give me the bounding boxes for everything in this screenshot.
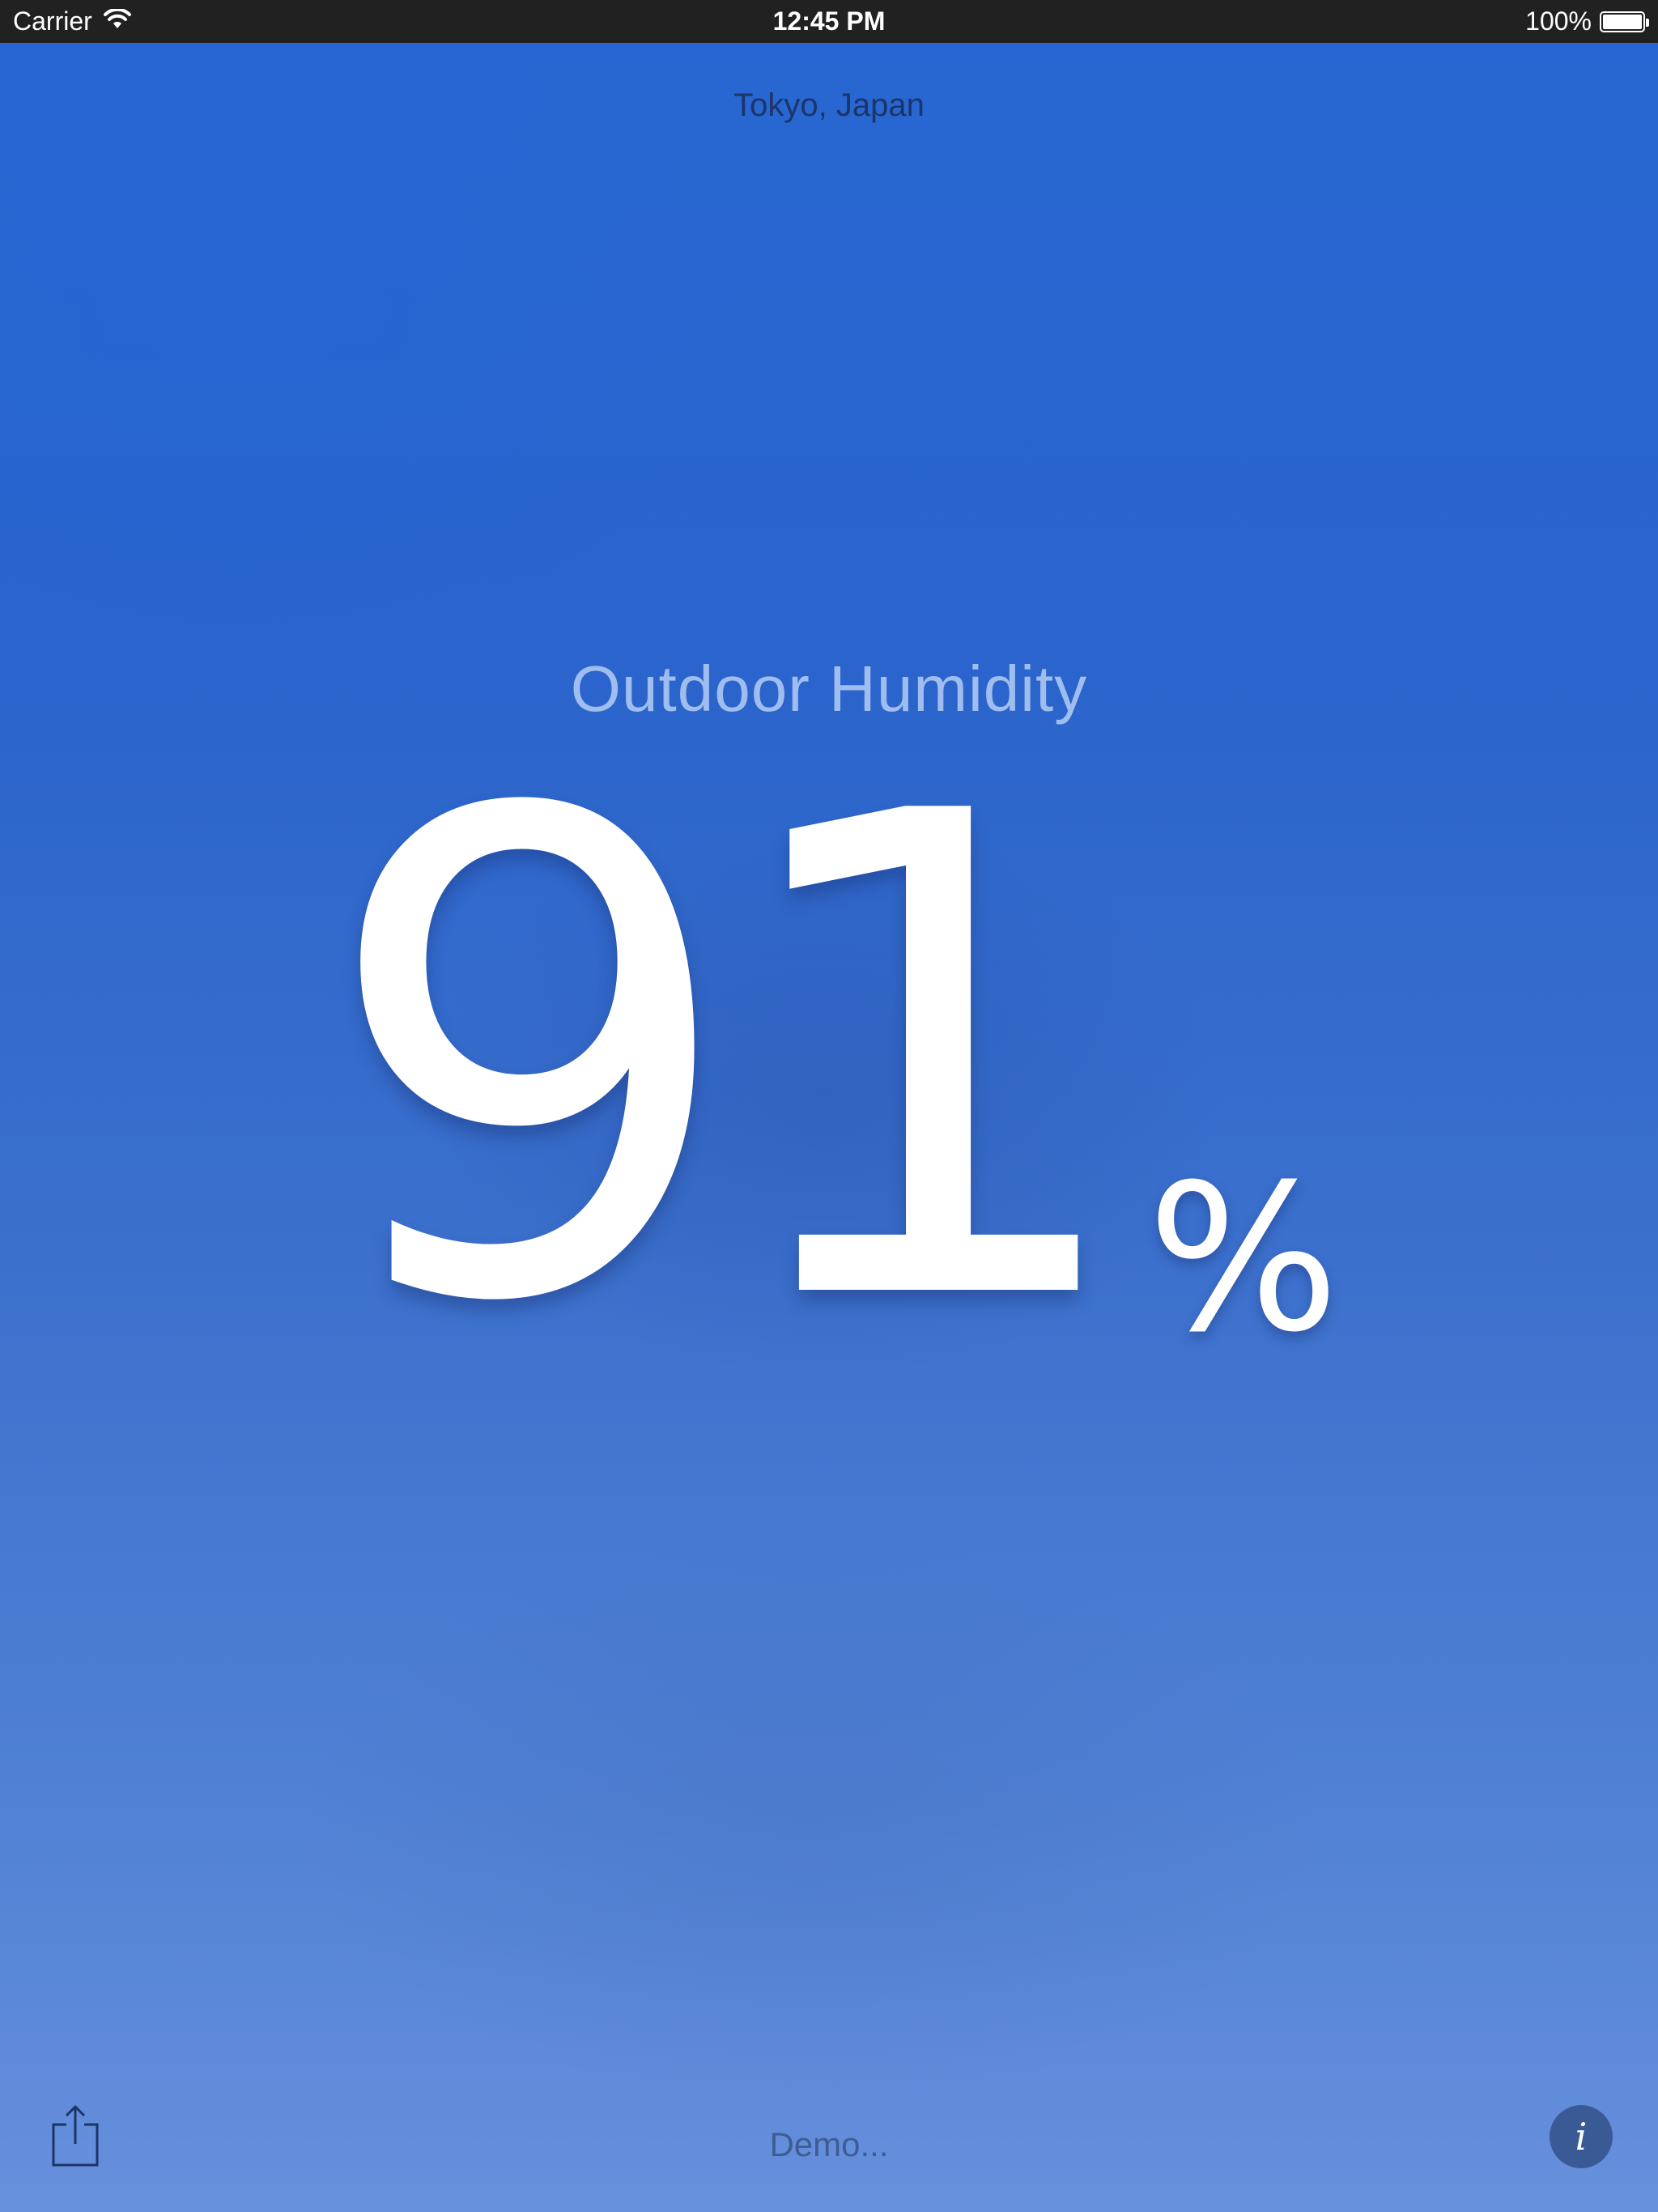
demo-label: Demo...: [769, 2125, 889, 2163]
battery-tip: [1646, 18, 1649, 27]
info-icon: i: [1575, 2115, 1588, 2159]
info-button[interactable]: i: [1550, 2105, 1613, 2168]
battery-icon: [1600, 11, 1649, 32]
status-right: 100%: [1525, 0, 1649, 43]
location-label[interactable]: Tokyo, Japan: [0, 87, 1658, 124]
humidity-unit: %: [1146, 1141, 1340, 1376]
battery-level-fill: [1603, 14, 1642, 29]
humidity-reading: 91 %: [0, 729, 1658, 1393]
humidity-value: 91: [318, 674, 1139, 1447]
status-bar: Carrier 12:45 PM 100%: [0, 0, 1658, 43]
status-time: 12:45 PM: [772, 6, 886, 36]
battery-percent: 100%: [1525, 6, 1592, 36]
